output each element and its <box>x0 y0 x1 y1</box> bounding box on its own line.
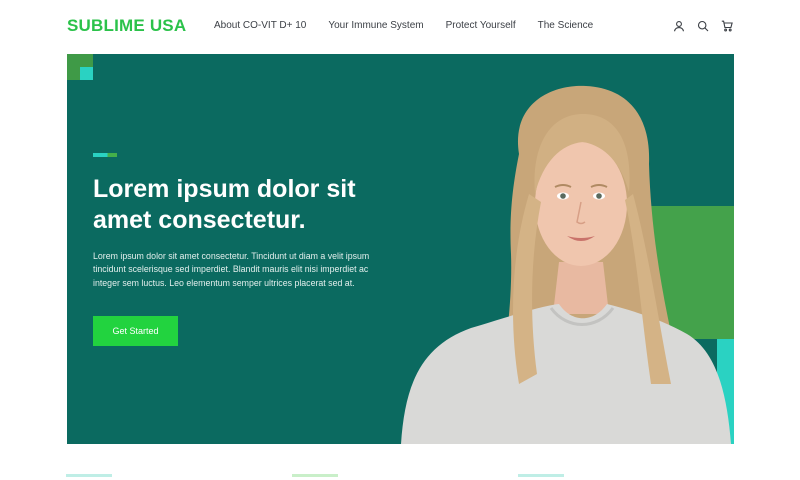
accent-bar <box>93 153 117 157</box>
decorative-square-teal <box>80 67 93 80</box>
logo[interactable]: SUBLIME USA <box>67 16 186 36</box>
hero-section: Lorem ipsum dolor sit amet consectetur. … <box>67 54 734 444</box>
section-accent-line <box>292 474 338 477</box>
nav-item-protect-yourself[interactable]: Protect Yourself <box>446 20 516 31</box>
search-icon[interactable] <box>696 19 710 33</box>
user-icon[interactable] <box>672 19 686 33</box>
header-icons <box>672 19 734 33</box>
get-started-button[interactable]: Get Started <box>93 316 178 346</box>
main-nav: About CO-VIT D+ 10 Your Immune System Pr… <box>214 20 615 31</box>
hero-description: Lorem ipsum dolor sit amet consectetur. … <box>93 251 370 288</box>
nav-item-about[interactable]: About CO-VIT D+ 10 <box>214 20 306 31</box>
next-section-preview <box>0 474 800 480</box>
section-accent-line <box>66 474 112 477</box>
nav-item-the-science[interactable]: The Science <box>538 20 594 31</box>
nav-item-immune-system[interactable]: Your Immune System <box>328 20 423 31</box>
hero-portrait-image <box>401 85 731 444</box>
section-accent-line <box>518 474 564 477</box>
site-header: SUBLIME USA About CO-VIT D+ 10 Your Immu… <box>0 0 800 54</box>
cart-icon[interactable] <box>720 19 734 33</box>
hero-title: Lorem ipsum dolor sit amet consectetur. <box>93 175 356 234</box>
